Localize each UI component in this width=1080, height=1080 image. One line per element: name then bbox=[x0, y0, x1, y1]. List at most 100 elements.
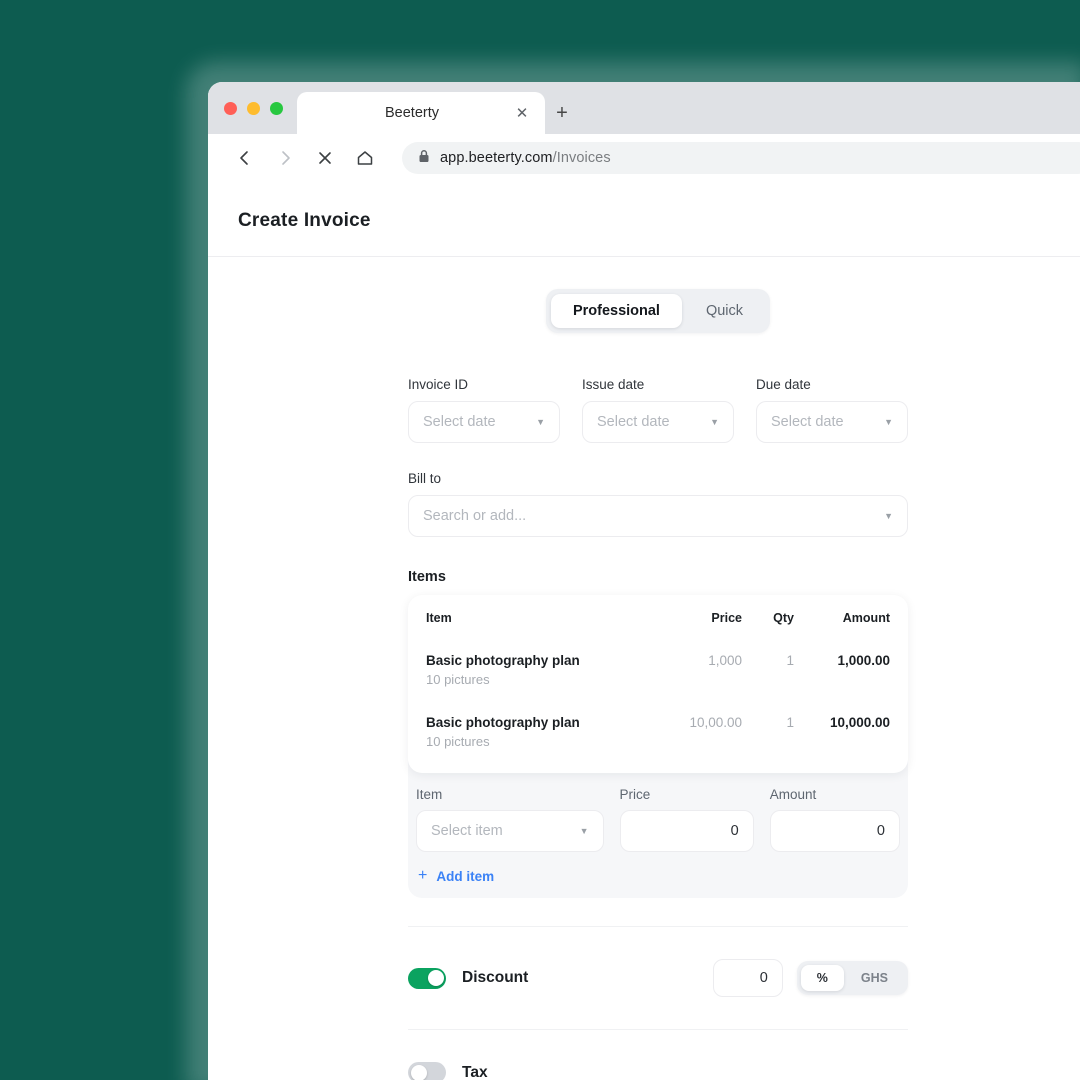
plus-icon[interactable]: + bbox=[545, 92, 579, 134]
invoice-id-field: Invoice ID Select date ▼ bbox=[408, 377, 560, 443]
bill-to-label: Bill to bbox=[408, 471, 442, 486]
chevron-down-icon: ▼ bbox=[536, 417, 545, 427]
tax-row: Tax bbox=[408, 1030, 908, 1080]
new-price-field: Price 0 bbox=[619, 787, 754, 852]
maximize-window-button[interactable] bbox=[270, 101, 283, 115]
address-bar[interactable]: app.beeterty.com/Invoices bbox=[402, 142, 1080, 174]
app-page: Create Invoice Professional Quick Invoic… bbox=[208, 182, 1080, 1080]
amount-input[interactable]: 0 bbox=[769, 810, 900, 852]
close-icon[interactable] bbox=[314, 147, 336, 169]
tab-professional[interactable]: Professional bbox=[550, 294, 682, 328]
discount-value-input[interactable]: 0 bbox=[712, 959, 783, 997]
invoice-id-placeholder: Select date bbox=[423, 414, 496, 430]
due-date-label: Due date bbox=[756, 377, 811, 392]
due-date-input[interactable]: Select date ▼ bbox=[756, 401, 908, 443]
due-date-placeholder: Select date bbox=[771, 414, 844, 430]
column-header-price: Price bbox=[711, 611, 742, 625]
chevron-down-icon: ▼ bbox=[710, 417, 719, 427]
mode-tabs: Professional Quick bbox=[545, 289, 771, 333]
invoice-id-label: Invoice ID bbox=[408, 377, 469, 392]
forward-arrow-icon bbox=[274, 147, 296, 169]
item-description: 10 pictures bbox=[426, 734, 490, 749]
bill-to-placeholder: Search or add... bbox=[423, 508, 527, 524]
back-arrow-icon[interactable] bbox=[234, 147, 256, 169]
discount-controls: 0 % GHS bbox=[712, 959, 908, 997]
item-qty: 1 bbox=[786, 715, 794, 730]
invoice-id-input[interactable]: Select date ▼ bbox=[408, 401, 560, 443]
tab-strip: Beeterty ✕ + bbox=[208, 82, 1080, 134]
page-content: Professional Quick Invoice ID Select dat… bbox=[208, 257, 1080, 1080]
add-item-button[interactable]: + Add item bbox=[418, 868, 900, 884]
unit-percent[interactable]: % bbox=[800, 965, 844, 991]
table-row[interactable]: Basic photography plan 10 pictures 10,00… bbox=[426, 693, 890, 755]
column-header-qty: Qty bbox=[773, 611, 794, 625]
due-date-field: Due date Select date ▼ bbox=[756, 377, 908, 443]
invoice-form: Invoice ID Select date ▼ Issue date Sele… bbox=[408, 377, 908, 1080]
select-item-placeholder: Select item bbox=[431, 823, 503, 839]
item-amount: 1,000.00 bbox=[837, 653, 890, 668]
discount-unit-toggle: % GHS bbox=[796, 961, 908, 995]
discount-toggle[interactable] bbox=[408, 967, 446, 989]
tax-toggle[interactable] bbox=[408, 1062, 446, 1080]
column-header-item: Item bbox=[426, 611, 452, 625]
discount-row: Discount 0 % GHS bbox=[408, 927, 908, 997]
items-table: Item Price Qty Amount Basic photography … bbox=[408, 595, 908, 773]
minimize-window-button[interactable] bbox=[247, 101, 260, 115]
window-controls bbox=[220, 82, 289, 134]
page-header: Create Invoice bbox=[208, 182, 1080, 257]
url-text: app.beeterty.com/Invoices bbox=[440, 150, 611, 166]
browser-toolbar: app.beeterty.com/Invoices bbox=[208, 134, 1080, 182]
select-item-dropdown[interactable]: Select item ▼ bbox=[416, 810, 604, 852]
issue-date-field: Issue date Select date ▼ bbox=[582, 377, 734, 443]
date-fields-row: Invoice ID Select date ▼ Issue date Sele… bbox=[408, 377, 908, 443]
item-name: Basic photography plan bbox=[426, 715, 580, 730]
tab-title: Beeterty bbox=[385, 105, 439, 121]
close-window-button[interactable] bbox=[224, 101, 237, 115]
items-card: Item Price Qty Amount Basic photography … bbox=[408, 595, 908, 898]
chevron-down-icon: ▼ bbox=[579, 826, 589, 836]
add-item-form: Item Select item ▼ Price 0 Amount 0 + Ad… bbox=[408, 773, 908, 884]
item-price: 1,000 bbox=[708, 653, 742, 668]
item-amount: 10,000.00 bbox=[829, 715, 890, 730]
url-host: app.beeterty.com bbox=[440, 150, 553, 166]
toggle-knob bbox=[410, 1064, 427, 1080]
new-amount-label: Amount bbox=[769, 787, 817, 802]
chevron-down-icon: ▼ bbox=[884, 417, 893, 427]
new-price-label: Price bbox=[619, 787, 651, 802]
chevron-down-icon: ▼ bbox=[884, 511, 893, 521]
mode-tabs-wrapper: Professional Quick bbox=[208, 289, 1080, 333]
column-header-amount: Amount bbox=[842, 611, 890, 625]
browser-window: Beeterty ✕ + app.beeterty.com/Invoices C… bbox=[208, 82, 1080, 1080]
home-icon[interactable] bbox=[354, 147, 376, 169]
item-qty: 1 bbox=[786, 653, 794, 668]
tab-quick[interactable]: Quick bbox=[684, 294, 765, 328]
items-table-header: Item Price Qty Amount bbox=[426, 611, 890, 631]
item-cell: Basic photography plan 10 pictures bbox=[426, 653, 650, 687]
toggle-knob bbox=[427, 970, 444, 986]
item-name: Basic photography plan bbox=[426, 653, 580, 668]
lock-icon bbox=[418, 149, 430, 168]
unit-ghs[interactable]: GHS bbox=[845, 965, 904, 991]
new-item-label: Item bbox=[416, 787, 443, 802]
add-item-row: Item Select item ▼ Price 0 Amount 0 bbox=[416, 787, 900, 852]
page-title: Create Invoice bbox=[238, 210, 371, 231]
bill-to-input[interactable]: Search or add... ▼ bbox=[408, 495, 908, 537]
items-section-title: Items bbox=[408, 569, 446, 585]
discount-label: Discount bbox=[462, 969, 529, 986]
bill-to-field: Bill to Search or add... ▼ bbox=[408, 471, 908, 537]
issue-date-placeholder: Select date bbox=[597, 414, 670, 430]
browser-tab[interactable]: Beeterty ✕ bbox=[297, 92, 545, 134]
table-row[interactable]: Basic photography plan 10 pictures 1,000… bbox=[426, 631, 890, 693]
tax-label: Tax bbox=[462, 1063, 488, 1080]
close-icon[interactable]: ✕ bbox=[513, 106, 531, 121]
item-description: 10 pictures bbox=[426, 672, 490, 687]
item-price: 10,00.00 bbox=[689, 715, 742, 730]
price-input[interactable]: 0 bbox=[619, 810, 754, 852]
new-item-field: Item Select item ▼ bbox=[416, 787, 604, 852]
issue-date-input[interactable]: Select date ▼ bbox=[582, 401, 734, 443]
plus-icon: + bbox=[418, 867, 428, 884]
item-cell: Basic photography plan 10 pictures bbox=[426, 715, 650, 749]
new-amount-field: Amount 0 bbox=[769, 787, 900, 852]
url-path: /Invoices bbox=[552, 150, 611, 166]
add-item-label: Add item bbox=[436, 868, 495, 884]
